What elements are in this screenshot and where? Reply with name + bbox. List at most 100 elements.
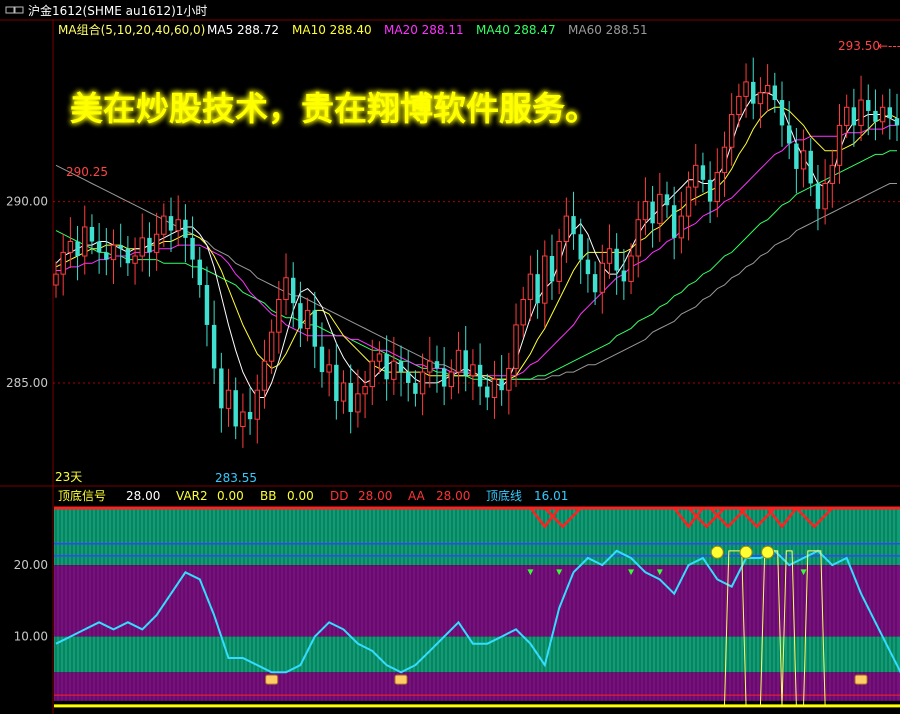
- candle-body-up: [836, 124, 843, 166]
- candle-body-down: [211, 324, 217, 369]
- candle-body-up: [743, 81, 749, 97]
- candle-body-up: [635, 219, 641, 257]
- smiley-icon: [710, 545, 724, 559]
- ma-legend-item: MA60 288.51: [568, 23, 648, 37]
- candle-body-down: [125, 248, 131, 264]
- candle-body-down: [808, 150, 813, 184]
- candle-body-down: [89, 226, 95, 242]
- candle-body-down: [700, 165, 706, 180]
- indicator-legend-item: BB: [260, 489, 276, 503]
- candle-body-up: [714, 172, 721, 203]
- candle-body-down: [75, 241, 80, 256]
- ma-legend-item: MA40 288.47: [476, 23, 556, 37]
- left-price-label: 290.25: [66, 165, 108, 179]
- indicator-tick-label: 10.00: [14, 630, 48, 644]
- ma-legend-item: MA5 288.72: [207, 23, 279, 37]
- candle-body-up: [879, 106, 886, 123]
- candle-body-down: [549, 256, 555, 282]
- candle-body-up: [657, 193, 663, 224]
- candle-body-up: [362, 386, 368, 395]
- candle-body-up: [520, 299, 526, 326]
- candle-body-up: [153, 233, 160, 253]
- ma-legend-item: MA10 288.40: [292, 23, 372, 37]
- candle-body-down: [190, 237, 195, 260]
- candle-body-down: [851, 107, 857, 126]
- candle-body-up: [757, 92, 764, 105]
- indicator-legend-item: 顶底线: [486, 488, 522, 503]
- candle-body-down: [866, 100, 871, 111]
- candle-body-down: [413, 382, 418, 394]
- candle-body-up: [563, 215, 570, 242]
- candle-body-up: [513, 324, 519, 369]
- candle-body-down: [786, 125, 792, 144]
- candle-body-down: [348, 382, 353, 412]
- smiley-icon: [761, 545, 775, 559]
- indicator-tick-label: 20.00: [14, 558, 48, 572]
- candle-body-up: [110, 244, 117, 261]
- candle-body-up: [60, 251, 66, 275]
- candle-body-down: [233, 390, 238, 427]
- candle-body-up: [721, 146, 728, 174]
- candle-body-down: [535, 274, 540, 304]
- indicator-legend-item: AA: [408, 489, 426, 503]
- smiley-icon: [739, 545, 753, 559]
- candle-body-down: [499, 379, 504, 391]
- candle-body-down: [312, 310, 317, 347]
- candle-body-down: [398, 361, 404, 373]
- candle-body-up: [527, 273, 534, 301]
- candle-body-down: [334, 364, 339, 402]
- indicator-band: [54, 672, 900, 701]
- candle-body-up: [427, 360, 433, 373]
- candle-body-up: [606, 248, 613, 264]
- candle-body-down: [319, 346, 325, 373]
- candle-body-up: [858, 99, 864, 126]
- candle-body-up: [139, 237, 145, 257]
- candle-body-down: [168, 216, 174, 231]
- candle-body-down: [815, 183, 821, 209]
- indicator-legend-item: 28.00: [358, 489, 392, 503]
- candle-body-down: [384, 353, 389, 380]
- candle-body-down: [96, 241, 102, 253]
- indicator-bands: [54, 506, 900, 708]
- candle-body-down: [664, 194, 670, 206]
- slogan-text: 美在炒股技术，贵在翔博软件服务。: [70, 89, 598, 128]
- indicator-band: [54, 636, 900, 673]
- candle-body-up: [470, 364, 476, 377]
- candle-body-up: [556, 240, 562, 282]
- candle-body-up: [132, 255, 138, 264]
- candle-body-down: [247, 411, 253, 420]
- candle-body-up: [829, 164, 836, 184]
- candle-body-down: [477, 364, 483, 387]
- candle-body-up: [685, 186, 692, 217]
- candle-body-up: [268, 331, 275, 362]
- candle-body-up: [736, 95, 742, 116]
- candle-body-up: [175, 219, 181, 232]
- candle-body-up: [448, 371, 455, 388]
- price-tick-label: 285.00: [6, 376, 48, 390]
- high-price-label: 293.50: [838, 39, 880, 53]
- candle-body-down: [707, 179, 713, 202]
- indicator-legend-item: 顶底信号: [58, 488, 106, 503]
- candle-body-down: [650, 201, 655, 224]
- candle-body-down: [873, 110, 878, 122]
- candle-body-up: [728, 114, 735, 148]
- indicator-legend-item: DD: [330, 489, 348, 503]
- candle-body-down: [463, 350, 468, 376]
- candle-body-down: [118, 245, 123, 249]
- day-count-label: 23天: [55, 470, 82, 484]
- candle-body-up: [678, 215, 685, 239]
- indicator-legend-item: 28.00: [436, 489, 470, 503]
- thumbs-up-icon: [394, 674, 408, 685]
- window-title: 沪金1612(SHME au1612)1小时: [28, 3, 207, 18]
- candle-body-up: [225, 389, 232, 409]
- candle-body-up: [340, 382, 347, 402]
- futures-chart[interactable]: 沪金1612(SHME au1612)1小时 290.00 285.00 MA组合…: [0, 0, 900, 714]
- candle-body-up: [800, 150, 807, 170]
- candle-body-down: [578, 234, 583, 260]
- thumbs-up-icon: [854, 674, 868, 685]
- candle-body-down: [441, 368, 447, 387]
- indicator-band: [54, 565, 900, 637]
- candle-body-up: [355, 393, 361, 413]
- indicator-legend-item: 0.00: [217, 489, 244, 503]
- indicator-legend-item: 0.00: [287, 489, 314, 503]
